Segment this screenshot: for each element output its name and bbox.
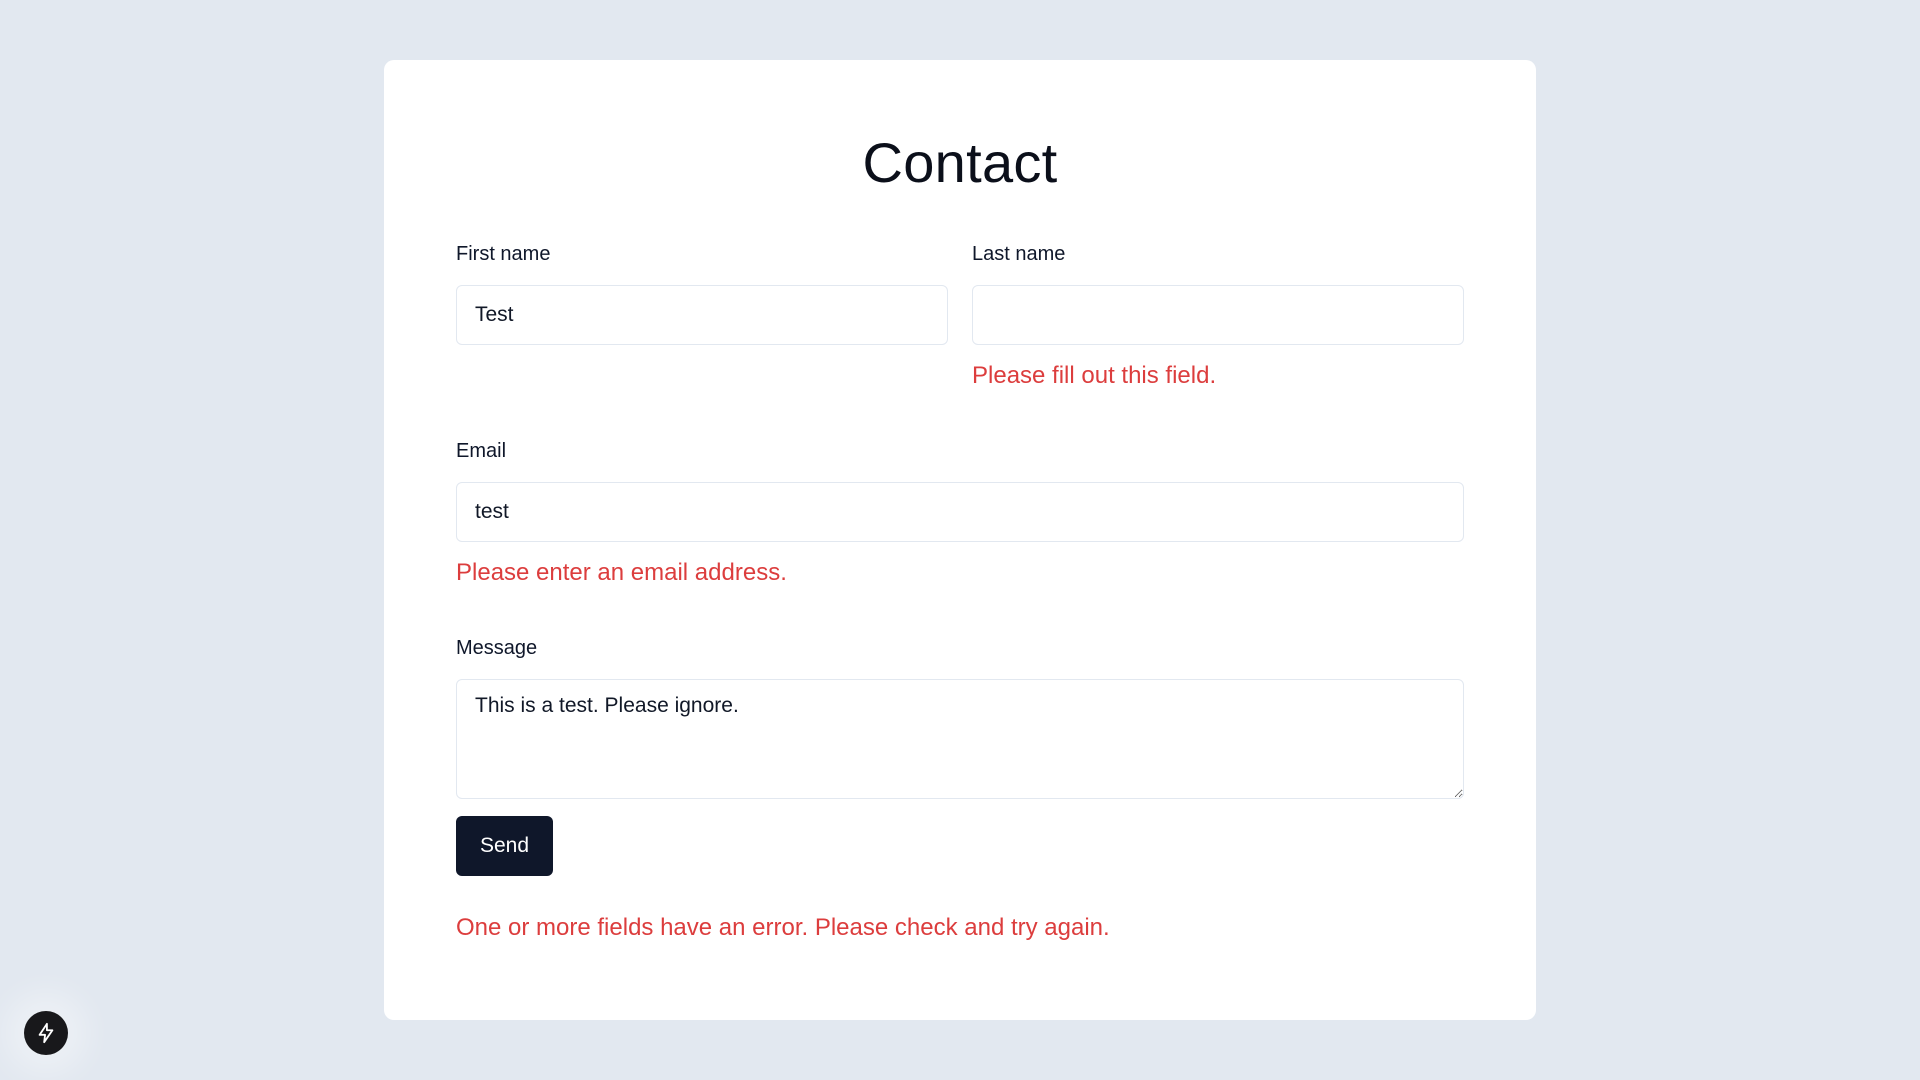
- message-group: Message This is a test. Please ignore.: [456, 636, 1464, 799]
- floating-action-button[interactable]: [24, 1011, 68, 1055]
- contact-card: Contact First name Last name Please fill…: [384, 60, 1536, 1020]
- first-name-label: First name: [456, 243, 551, 265]
- page-title: Contact: [862, 131, 1058, 194]
- email-error: Please enter an email address.: [456, 559, 787, 586]
- name-row: First name Last name Please fill out thi…: [456, 242, 1464, 390]
- form-error-message: One or more fields have an error. Please…: [456, 914, 1110, 941]
- message-textarea[interactable]: This is a test. Please ignore.: [456, 679, 1464, 799]
- send-button[interactable]: Send: [456, 816, 553, 876]
- lightning-icon: [38, 1022, 54, 1044]
- last-name-input[interactable]: [972, 285, 1464, 345]
- email-label: Email: [456, 440, 507, 462]
- last-name-group: Last name Please fill out this field.: [972, 242, 1464, 390]
- first-name-input[interactable]: [456, 285, 948, 345]
- email-group: Email Please enter an email address.: [456, 439, 1464, 587]
- last-name-label: Last name: [972, 243, 1066, 265]
- message-label: Message: [456, 637, 538, 659]
- email-input[interactable]: [456, 482, 1464, 542]
- last-name-error: Please fill out this field.: [972, 362, 1217, 389]
- first-name-group: First name: [456, 242, 948, 390]
